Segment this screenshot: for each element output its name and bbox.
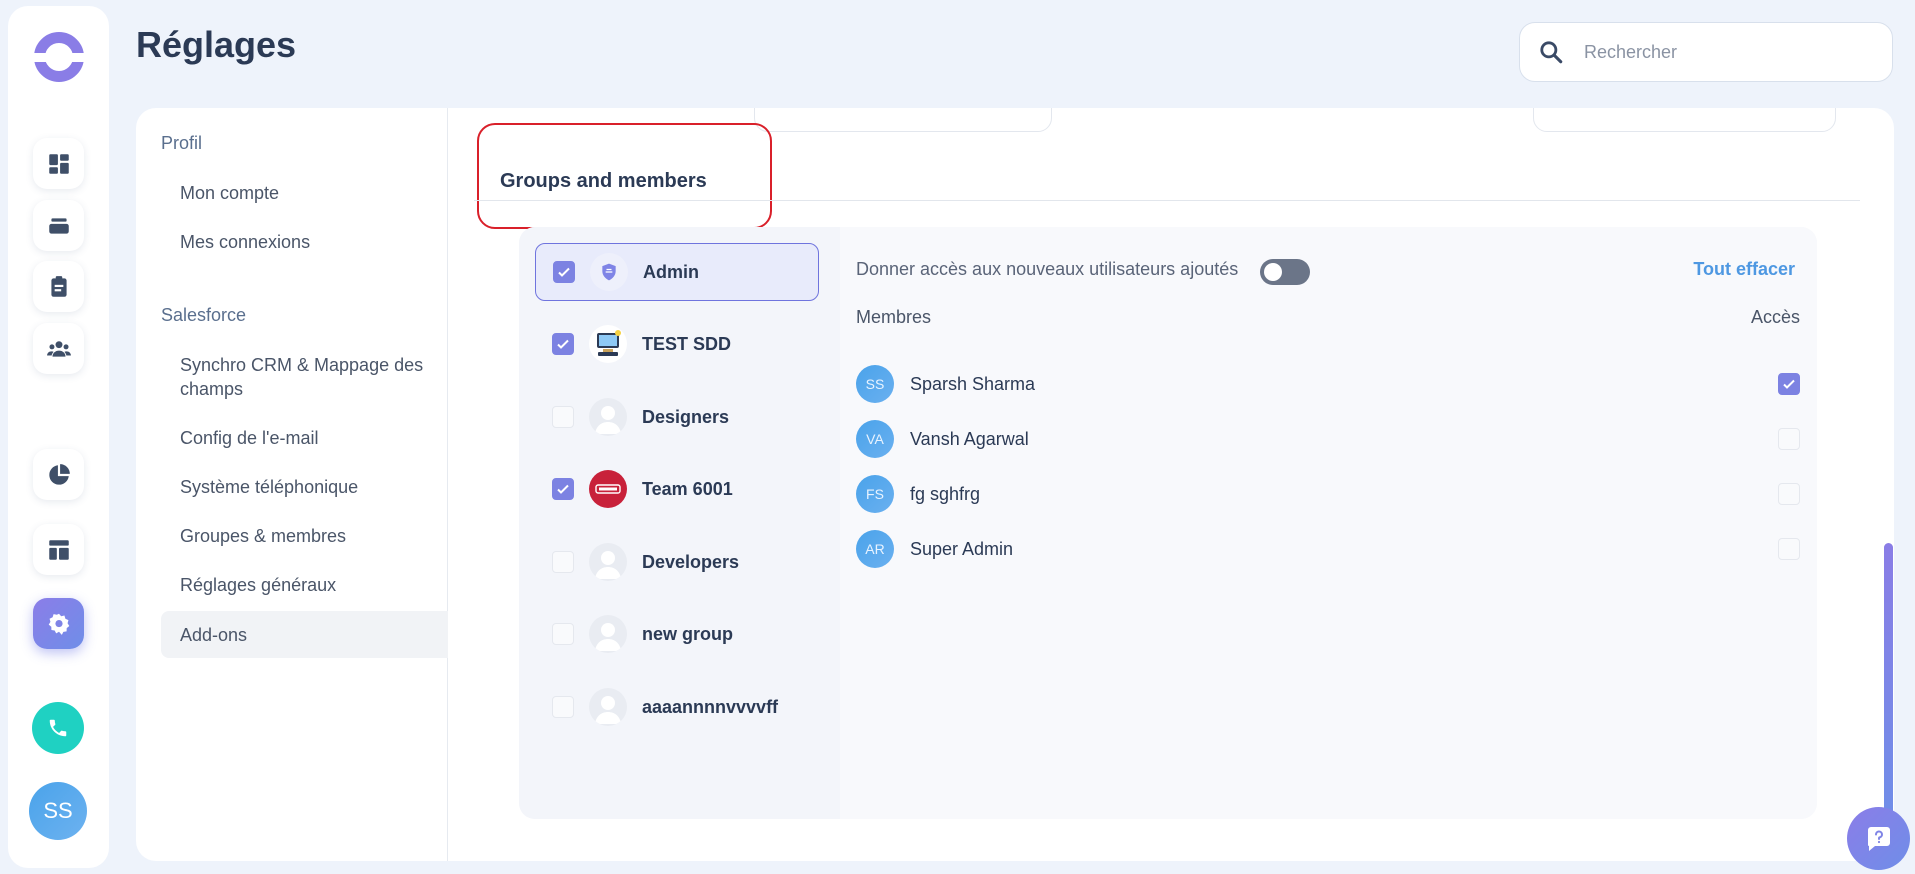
group-item[interactable]: aaaannnnvvvvff xyxy=(535,678,819,736)
groups-list: Admin TEST SDD Designers Team 6001 Devel… xyxy=(519,227,840,819)
member-name: fg sghfrg xyxy=(910,483,981,504)
nav-item-groupes-membres[interactable]: Groupes & membres xyxy=(161,524,448,548)
nav-item-add-ons[interactable]: Add-ons xyxy=(161,611,448,658)
groups-members-panel: Admin TEST SDD Designers Team 6001 Devel… xyxy=(519,227,1817,819)
clear-all-link[interactable]: Tout effacer xyxy=(1693,259,1795,280)
group-name: aaaannnnvvvvff xyxy=(642,696,779,717)
team-icon[interactable] xyxy=(33,323,84,374)
group-item[interactable]: TEST SDD xyxy=(535,315,819,373)
computer-icon xyxy=(589,325,627,363)
person-placeholder-icon xyxy=(589,615,627,653)
group-name: Designers xyxy=(642,406,730,427)
gear-icon[interactable] xyxy=(33,598,84,649)
member-name: Vansh Agarwal xyxy=(910,428,1029,449)
group-checkbox[interactable] xyxy=(552,406,574,428)
group-name: TEST SDD xyxy=(642,333,732,354)
group-name: Admin xyxy=(643,261,699,282)
person-placeholder-icon xyxy=(589,398,627,436)
dashboard-icon[interactable] xyxy=(33,138,84,189)
group-checkbox[interactable] xyxy=(552,478,574,500)
member-avatar: VA xyxy=(856,420,894,458)
help-icon xyxy=(1867,826,1890,851)
highlight-annotation xyxy=(477,123,772,229)
member-avatar: SS xyxy=(856,365,894,403)
inbox-icon[interactable] xyxy=(33,200,84,251)
group-name: new group xyxy=(642,623,733,644)
clipboard-icon[interactable] xyxy=(33,261,84,312)
member-name: Super Admin xyxy=(910,538,1014,559)
page-title: Réglages xyxy=(136,24,297,65)
member-avatar: FS xyxy=(856,475,894,513)
check-icon xyxy=(558,267,570,277)
app-logo[interactable] xyxy=(31,32,87,82)
help-button[interactable] xyxy=(1847,807,1910,870)
pie-chart-icon[interactable] xyxy=(33,449,84,500)
search-input[interactable] xyxy=(1584,41,1884,63)
nav-item-config-email[interactable]: Config de l'e-mail xyxy=(161,426,448,450)
member-access-checkbox[interactable] xyxy=(1778,373,1800,395)
nav-item-mon-compte[interactable]: Mon compte xyxy=(161,181,448,205)
group-checkbox[interactable] xyxy=(552,623,574,645)
phone-button[interactable] xyxy=(32,702,84,754)
give-access-label: Donner accès aux nouveaux utilisateurs a… xyxy=(856,259,1239,279)
member-access-checkbox[interactable] xyxy=(1778,428,1800,450)
red-logo-icon xyxy=(589,470,627,508)
check-icon xyxy=(557,484,569,494)
page-scrollbar[interactable] xyxy=(1884,543,1893,823)
group-item[interactable]: new group xyxy=(535,605,819,663)
member-row: AR Super Admin xyxy=(856,529,1800,569)
person-placeholder-icon xyxy=(589,543,627,581)
member-row: VA Vansh Agarwal xyxy=(856,419,1800,459)
nav-item-systeme-telephonique[interactable]: Système téléphonique xyxy=(161,475,448,499)
member-row: FS fg sghfrg xyxy=(856,474,1800,514)
group-item[interactable]: Team 6001 xyxy=(535,460,819,518)
phone-icon xyxy=(49,719,67,737)
top-field-right xyxy=(1533,108,1836,132)
group-checkbox[interactable] xyxy=(553,261,575,283)
top-field-left xyxy=(754,108,1052,132)
shield-icon xyxy=(590,253,628,291)
layout-icon[interactable] xyxy=(33,524,84,575)
member-name: Sparsh Sharma xyxy=(910,373,1036,394)
group-checkbox[interactable] xyxy=(552,333,574,355)
member-row: SS Sparsh Sharma xyxy=(856,364,1800,404)
group-item[interactable]: Developers xyxy=(535,533,819,591)
members-column-header: Membres xyxy=(856,307,932,327)
member-access-checkbox[interactable] xyxy=(1778,538,1800,560)
nav-section-profil: Profil xyxy=(161,133,203,153)
search-box[interactable] xyxy=(1519,22,1893,82)
section-divider xyxy=(474,200,1860,201)
group-checkbox[interactable] xyxy=(552,696,574,718)
member-avatar: AR xyxy=(856,530,894,568)
nav-item-reglages-generaux[interactable]: Réglages généraux xyxy=(161,573,448,597)
check-icon xyxy=(1783,379,1795,389)
group-item[interactable]: Designers xyxy=(535,388,819,446)
group-checkbox[interactable] xyxy=(552,551,574,573)
search-icon xyxy=(1540,41,1563,64)
settings-nav: Profil Mon compte Mes connexions Salesfo… xyxy=(136,108,448,861)
group-name: Developers xyxy=(642,551,740,572)
check-icon xyxy=(557,339,569,349)
user-avatar[interactable]: SS xyxy=(29,782,87,840)
settings-content: Groups and members Admin TEST SDD Design… xyxy=(448,108,1894,861)
access-column-header: Accès xyxy=(1750,307,1800,327)
app-sidebar: SS xyxy=(8,6,109,868)
nav-item-synchro-crm[interactable]: Synchro CRM & Mappage des champs xyxy=(161,353,431,401)
group-name: Team 6001 xyxy=(642,478,733,499)
member-access-checkbox[interactable] xyxy=(1778,483,1800,505)
settings-card: Profil Mon compte Mes connexions Salesfo… xyxy=(136,108,1894,861)
nav-item-mes-connexions[interactable]: Mes connexions xyxy=(161,230,448,254)
members-list: Donner accès aux nouveaux utilisateurs a… xyxy=(840,227,1817,819)
nav-section-salesforce: Salesforce xyxy=(161,305,247,325)
give-access-toggle[interactable] xyxy=(1260,259,1310,285)
group-item[interactable]: Admin xyxy=(535,243,819,301)
person-placeholder-icon xyxy=(589,688,627,726)
